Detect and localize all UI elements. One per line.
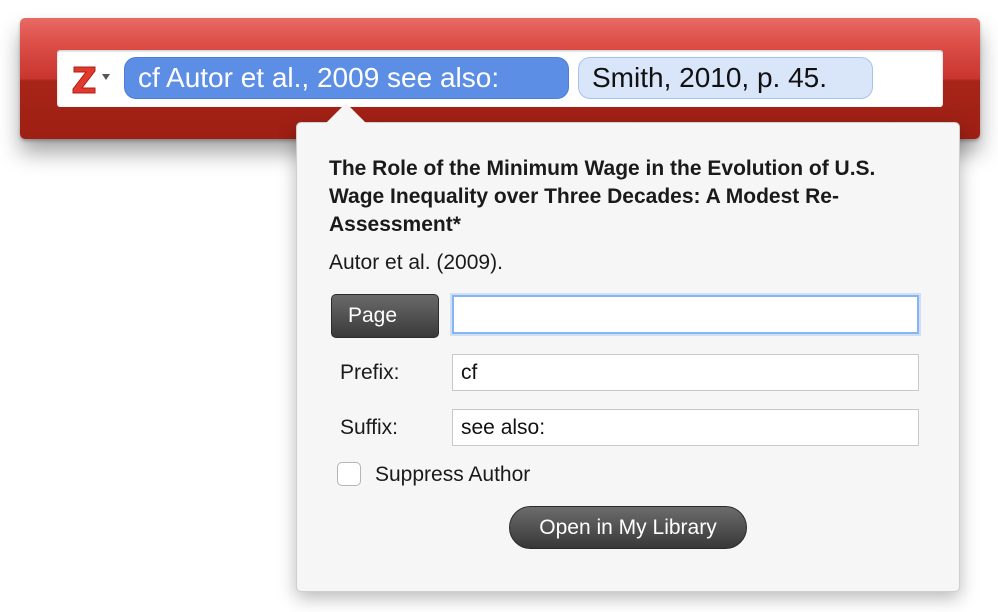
locator-input[interactable] bbox=[452, 295, 919, 334]
triangle-down-icon bbox=[102, 74, 110, 80]
open-in-library-button[interactable]: Open in My Library bbox=[509, 506, 747, 549]
panel-pointer-arrow bbox=[326, 103, 366, 123]
suppress-author-checkbox[interactable] bbox=[337, 462, 361, 486]
item-title: The Role of the Minimum Wage in the Evol… bbox=[329, 157, 876, 236]
suffix-input[interactable] bbox=[452, 409, 919, 446]
zotero-menu-button[interactable] bbox=[72, 63, 110, 95]
suppress-author-label[interactable]: Suppress Author bbox=[375, 461, 530, 489]
citation-bubble-selected[interactable]: cf Autor et al., 2009 see also: bbox=[124, 57, 569, 99]
stage: cf Autor et al., 2009 see also: Smith, 2… bbox=[0, 0, 998, 612]
prefix-label: Prefix: bbox=[340, 361, 400, 384]
zotero-z-icon bbox=[72, 66, 96, 94]
suffix-label: Suffix: bbox=[340, 416, 398, 439]
locator-type-button[interactable]: Page bbox=[331, 294, 439, 338]
prefix-input[interactable] bbox=[452, 354, 919, 391]
citation-bubble[interactable]: Smith, 2010, p. 45. bbox=[578, 57, 873, 99]
item-citation: Autor et al. (2009). bbox=[329, 251, 503, 274]
